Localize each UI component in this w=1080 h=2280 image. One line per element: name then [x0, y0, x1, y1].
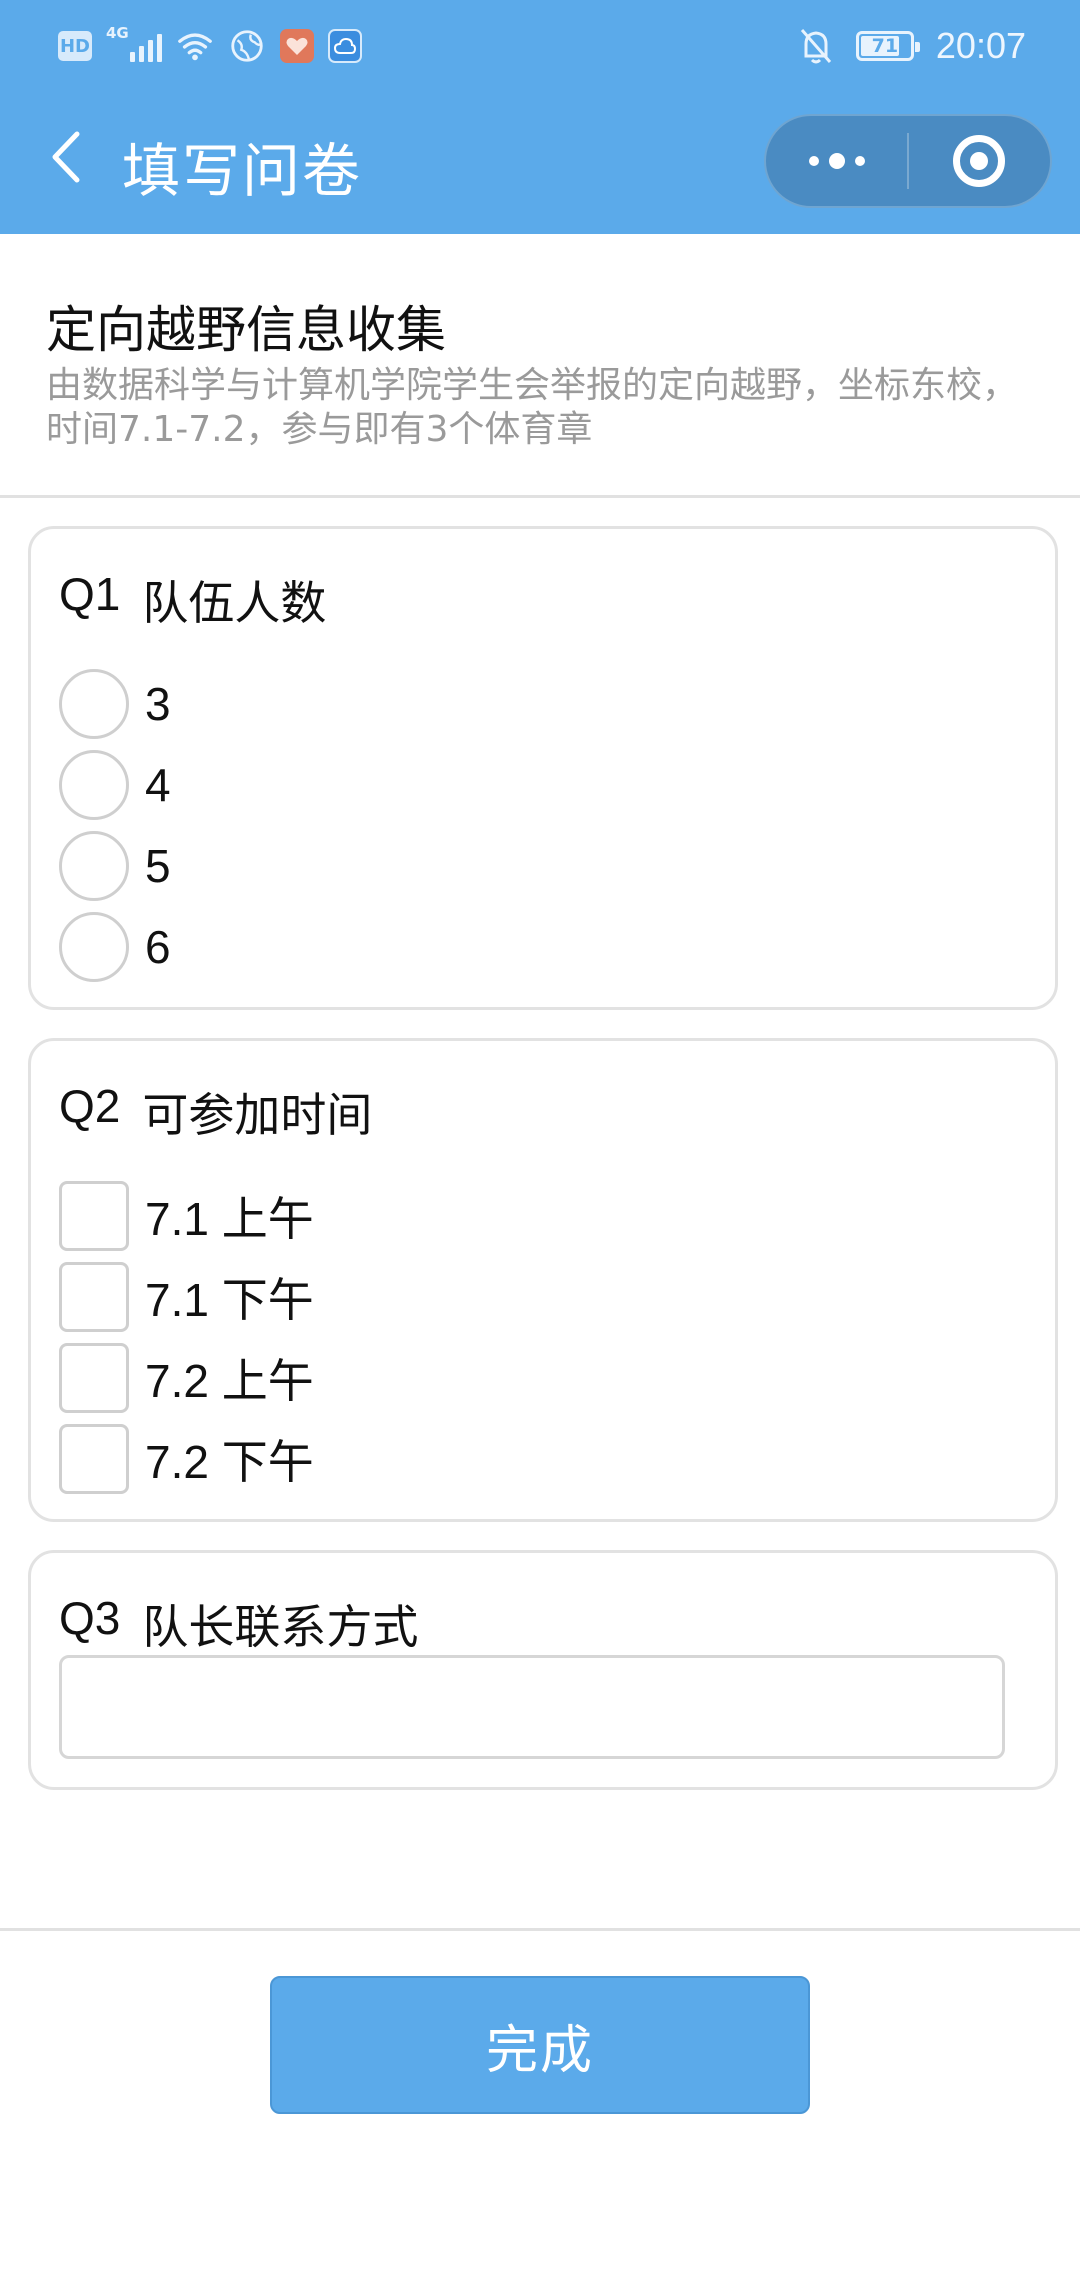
question-title: Q1 队伍人数 [59, 567, 326, 633]
question-number: Q2 [59, 1080, 121, 1132]
checkbox[interactable] [59, 1343, 129, 1413]
survey-title: 定向越野信息收集 [46, 301, 446, 359]
radio-option-5[interactable]: 5 [59, 829, 171, 903]
status-left: HD 4G [58, 24, 362, 66]
signal-icon: 4G [106, 24, 162, 64]
radio-option-4[interactable]: 4 [59, 748, 171, 822]
top-bar: HD 4G 71 20:07 填写问卷 [0, 0, 1080, 234]
question-card-q2: Q2 可参加时间 7.1 上午 7.1 下午 7.2 上午 7.2 下午 [28, 1038, 1058, 1522]
checkbox-option-7-2-am[interactable]: 7.2 上午 [59, 1341, 314, 1415]
option-label: 7.1 上午 [145, 1193, 314, 1245]
submit-button[interactable]: 完成 [270, 1976, 810, 2114]
clock: 20:07 [935, 25, 1026, 66]
checkbox-option-7-1-am[interactable]: 7.1 上午 [59, 1179, 314, 1253]
nav-bar: 填写问卷 [0, 92, 1080, 234]
more-button[interactable] [766, 116, 907, 206]
option-label: 3 [145, 678, 171, 730]
page-title: 填写问卷 [122, 137, 363, 205]
checkbox[interactable] [59, 1424, 129, 1494]
battery-icon: 71 [855, 31, 920, 61]
health-app-icon [280, 29, 314, 63]
checkbox[interactable] [59, 1262, 129, 1332]
status-right: 71 20:07 [798, 22, 1026, 70]
option-label: 7.2 下午 [145, 1436, 314, 1488]
option-label: 4 [145, 759, 171, 811]
radio-button[interactable] [59, 831, 129, 901]
globe-icon [231, 30, 263, 62]
back-button[interactable] [36, 122, 96, 192]
more-dots-icon [808, 153, 865, 169]
question-card-q1: Q1 队伍人数 3 4 5 6 [28, 526, 1058, 1010]
mute-bell-icon [800, 29, 832, 64]
question-text: 队伍人数 [142, 576, 327, 630]
radio-option-6[interactable]: 6 [59, 910, 171, 984]
question-title: Q3 队长联系方式 [59, 1591, 418, 1657]
question-text: 可参加时间 [142, 1088, 373, 1142]
question-text: 队长联系方式 [142, 1600, 419, 1654]
checkbox-option-7-2-pm[interactable]: 7.2 下午 [59, 1422, 314, 1496]
wifi-icon [178, 33, 212, 61]
survey-header: 定向越野信息收集 由数据科学与计算机学院学生会举报的定向越野，坐标东校，时间7.… [0, 234, 1080, 498]
footer-divider [0, 1928, 1080, 1931]
option-label: 7.2 上午 [145, 1355, 314, 1407]
option-label: 5 [145, 840, 171, 892]
question-number: Q1 [59, 568, 121, 620]
option-label: 6 [145, 921, 171, 973]
status-bar: HD 4G 71 20:07 [0, 0, 1080, 92]
survey-description: 由数据科学与计算机学院学生会举报的定向越野，坐标东校，时间7.1-7.2，参与即… [46, 365, 1019, 450]
checkbox-option-7-1-pm[interactable]: 7.1 下午 [59, 1260, 314, 1334]
radio-button[interactable] [59, 750, 129, 820]
battery-level: 71 [871, 35, 899, 57]
question-title: Q2 可参加时间 [59, 1079, 372, 1145]
back-arrow-icon [52, 131, 80, 183]
close-mini-program-button[interactable] [909, 116, 1050, 206]
radio-option-3[interactable]: 3 [59, 667, 171, 741]
cloud-app-icon [328, 29, 362, 63]
question-card-q3: Q3 队长联系方式 [28, 1550, 1058, 1790]
mini-program-capsule [764, 114, 1052, 208]
option-label: 7.1 下午 [145, 1274, 314, 1326]
radio-button[interactable] [59, 912, 129, 982]
checkbox[interactable] [59, 1181, 129, 1251]
question-number: Q3 [59, 1592, 121, 1644]
network-type-label: 4G [106, 24, 129, 42]
hd-icon: HD [58, 31, 92, 61]
close-target-icon [953, 135, 1006, 187]
captain-contact-input[interactable] [59, 1655, 1005, 1759]
radio-button[interactable] [59, 669, 129, 739]
